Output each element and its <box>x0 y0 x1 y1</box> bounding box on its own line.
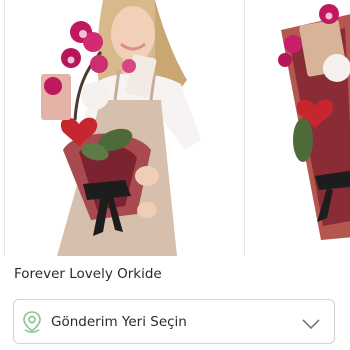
chevron-down-icon <box>302 315 320 330</box>
location-pin-icon <box>21 310 43 334</box>
product-image-slide[interactable] <box>4 0 230 256</box>
product-title: Forever Lovely Orkide <box>14 266 162 282</box>
product-image-carousel[interactable] <box>0 0 350 256</box>
delivery-location-select[interactable]: Gönderim Yeri Seçin <box>13 299 335 344</box>
product-photo-orchid-bouquet <box>245 0 350 256</box>
product-image-slide-next[interactable] <box>244 0 350 256</box>
product-photo-woman-with-orchid <box>5 0 230 256</box>
delivery-location-label: Gönderim Yeri Seçin <box>51 314 187 330</box>
